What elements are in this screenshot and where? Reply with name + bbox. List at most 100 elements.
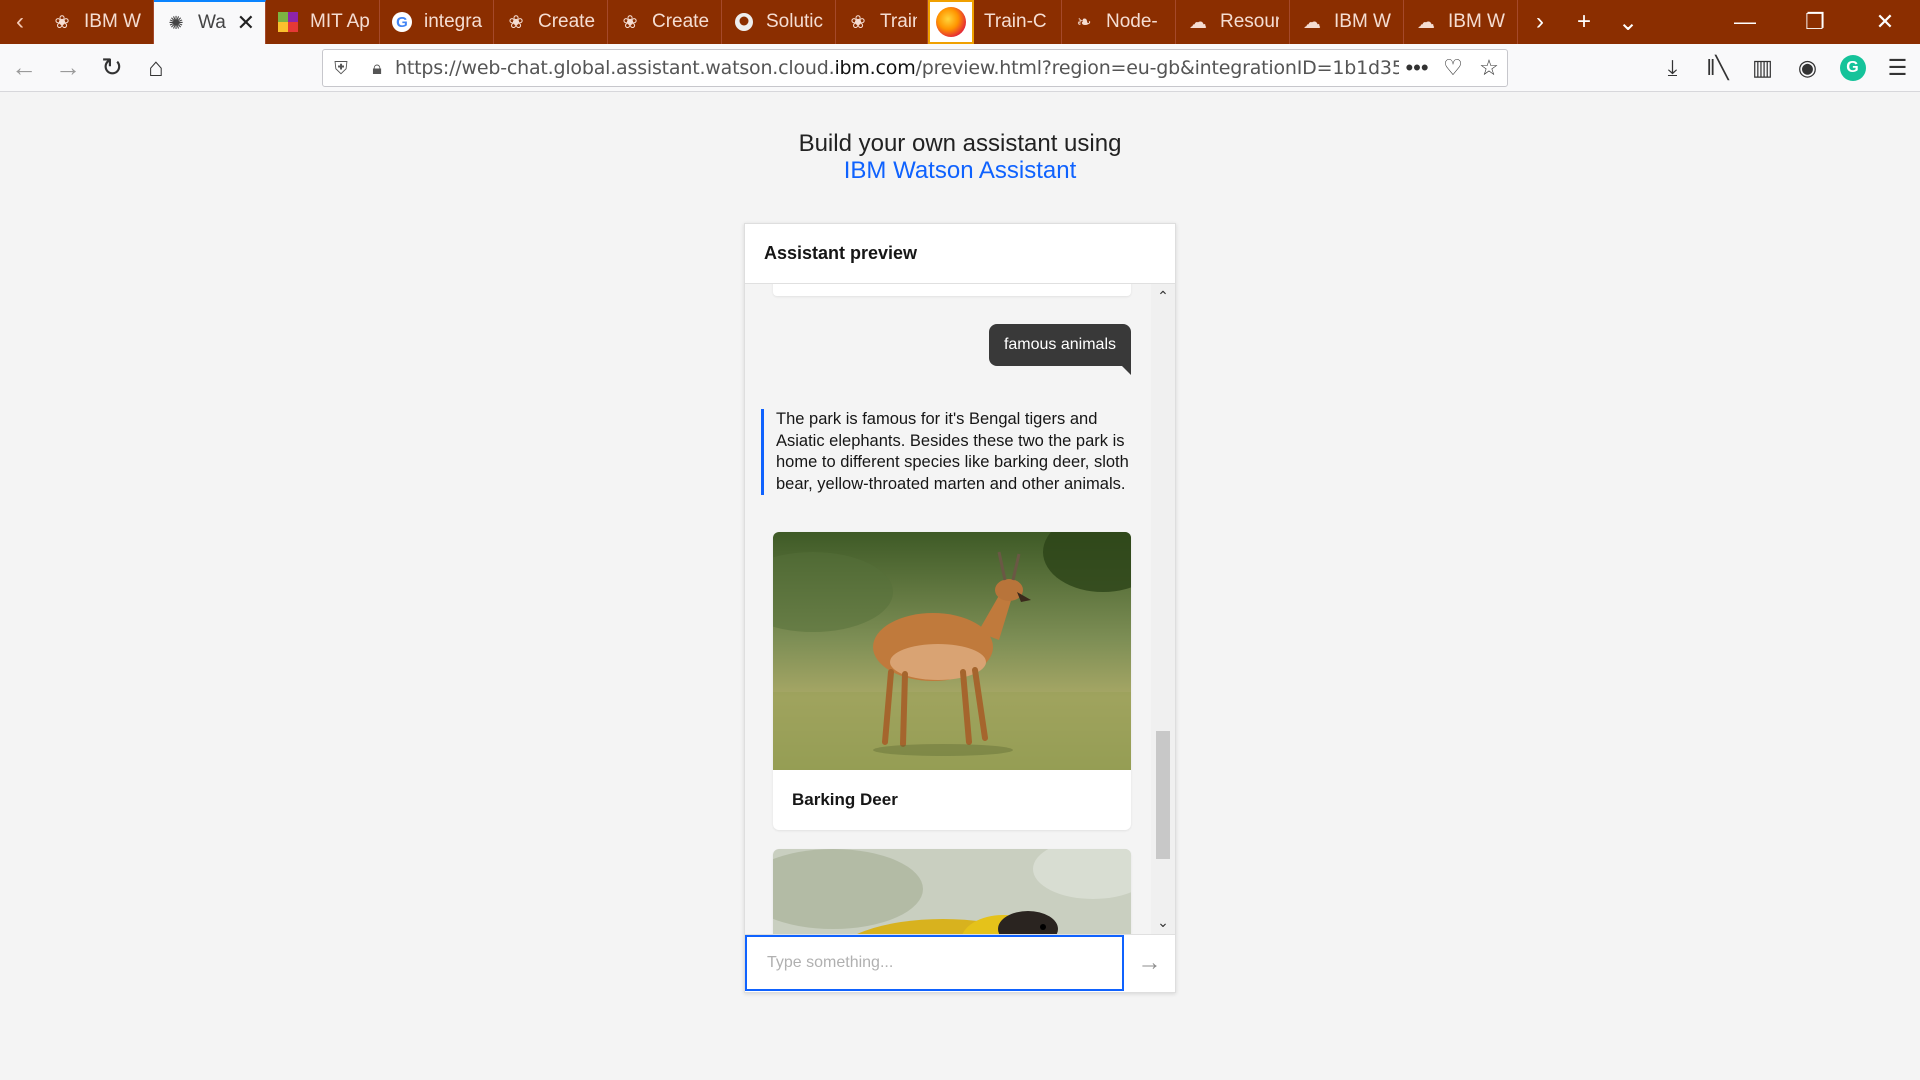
restore-icon: ❐	[1805, 9, 1825, 34]
downloads-button[interactable]: ⤓	[1650, 46, 1695, 90]
watson-assistant-link[interactable]: IBM Watson Assistant	[0, 157, 1920, 184]
navigation-toolbar: ← → ↻ ⌂ ⛨ 🔒︎ https://web-chat.global.ass…	[0, 44, 1920, 92]
tab-label: Wa	[198, 12, 226, 33]
tab[interactable]: Solutic	[722, 0, 836, 44]
arrow-right-icon: →	[55, 52, 81, 82]
input-row: →	[745, 934, 1175, 992]
scrollbar-thumb[interactable]	[1156, 731, 1170, 859]
reload-icon: ↻	[101, 52, 123, 82]
tab[interactable]: Train-C	[974, 0, 1062, 44]
account-icon: ◉	[1797, 55, 1818, 80]
toolbar-right: ⤓ ‖╲ ▥ ◉ G ☰	[1650, 44, 1920, 92]
tab[interactable]: ☁ IBM W	[1290, 0, 1404, 44]
forward-button[interactable]: →	[46, 46, 90, 90]
new-tab-button[interactable]: +	[1562, 0, 1606, 44]
send-button[interactable]: →	[1124, 935, 1175, 991]
chevron-down-icon: ⌄	[1617, 8, 1639, 36]
image-card[interactable]	[773, 849, 1131, 934]
tab-label: Solutic	[766, 11, 824, 32]
home-button[interactable]: ⌂	[134, 46, 178, 90]
chat-widget: Assistant preview famous animals The par…	[744, 223, 1176, 993]
tab[interactable]: ❀ Create	[608, 0, 722, 44]
back-button[interactable]: ←	[2, 46, 46, 90]
chat-input[interactable]	[745, 935, 1124, 991]
message-scrollbar[interactable]: ⌃ ⌄	[1151, 284, 1175, 934]
library-button[interactable]: ‖╲	[1695, 46, 1740, 90]
tab[interactable]: ❀ Train a	[836, 0, 928, 44]
github-icon	[732, 10, 756, 34]
sidebar-button[interactable]: ▥	[1740, 46, 1785, 90]
url-prefix: https://web-chat.global.assistant.watson…	[395, 57, 835, 79]
chevron-right-icon: ›	[1536, 8, 1544, 35]
url-text[interactable]: https://web-chat.global.assistant.watson…	[395, 57, 1399, 79]
google-icon: G	[390, 10, 414, 34]
nodered-icon: ❧	[1076, 11, 1092, 32]
url-suffix: /preview.html?region=eu-gb&integrationID…	[915, 57, 1399, 79]
restore-button[interactable]: ❐	[1780, 0, 1850, 44]
image-card[interactable]: Barking Deer	[773, 532, 1131, 830]
tab-active[interactable]: ✺ Wa ✕	[154, 0, 266, 44]
download-icon: ⤓	[1667, 55, 1678, 80]
firefox-icon	[928, 0, 974, 44]
tab[interactable]: ❧ Node-	[1062, 0, 1176, 44]
tabs-scroll-right-button[interactable]: ›	[1518, 0, 1562, 44]
arrow-left-icon: ←	[11, 52, 37, 82]
bee-icon: ❀	[622, 11, 638, 32]
tab-label: Create	[538, 11, 596, 32]
grammarly-button[interactable]: G	[1830, 46, 1875, 90]
page-actions-button[interactable]: •••	[1399, 55, 1435, 81]
bee-icon: ❀	[850, 11, 866, 32]
user-message-text: famous animals	[1003, 336, 1116, 353]
previous-card	[773, 284, 1131, 296]
scroll-up-icon[interactable]: ⌃	[1151, 284, 1175, 308]
library-icon: ‖╲	[1706, 55, 1729, 80]
bot-message-text: The park is famous for it's Bengal tiger…	[776, 410, 1129, 493]
minimize-button[interactable]: —	[1710, 0, 1780, 44]
grammarly-icon: G	[1839, 55, 1866, 81]
barking-deer-image	[773, 532, 1131, 770]
chevron-left-icon: ‹	[16, 8, 24, 35]
scroll-down-icon[interactable]: ⌄	[1151, 910, 1175, 934]
list-tabs-button[interactable]: ⌄	[1606, 0, 1650, 44]
user-message-bubble: famous animals	[988, 324, 1132, 375]
bot-message: The park is famous for it's Bengal tiger…	[761, 409, 1131, 495]
tab[interactable]: Gintegra	[380, 0, 494, 44]
tab[interactable]: ☁ Resour	[1176, 0, 1290, 44]
arrow-right-icon: →	[1137, 949, 1162, 976]
pocket-icon[interactable]: ♡	[1435, 55, 1471, 81]
bookmark-star-icon[interactable]: ☆	[1471, 55, 1507, 81]
tab[interactable]: ☁ IBM W	[1404, 0, 1518, 44]
menu-button[interactable]: ☰	[1875, 46, 1920, 90]
tab-label: Resour	[1220, 11, 1279, 32]
close-window-button[interactable]: ✕	[1850, 0, 1920, 44]
tab-label: IBM W	[1448, 11, 1505, 32]
cloud-icon: ☁	[1189, 11, 1207, 32]
cloud-icon: ☁	[1417, 11, 1435, 32]
lock-icon[interactable]: 🔒︎	[359, 58, 395, 79]
bee-icon: ❀	[508, 11, 524, 32]
tab-label: IBM W	[1334, 11, 1391, 32]
widget-title: Assistant preview	[764, 243, 918, 263]
url-domain: ibm.com	[834, 57, 916, 79]
tab[interactable]: ❀ Create	[494, 0, 608, 44]
reload-button[interactable]: ↻	[90, 46, 134, 90]
mit-icon	[276, 10, 300, 34]
tab-strip: ‹ ❀ IBM W ✺ Wa ✕ MIT Ap Gintegra ❀ Create ❀ C…	[0, 0, 1920, 44]
message-list[interactable]: famous animals The park is famous for it…	[745, 284, 1153, 934]
cloud-icon: ☁	[1303, 11, 1321, 32]
url-bar[interactable]: ⛨ 🔒︎ https://web-chat.global.assistant.w…	[322, 49, 1508, 87]
tabs-scroll-left-button[interactable]: ‹	[0, 0, 40, 44]
minimize-icon: —	[1734, 9, 1756, 34]
tab-label: integra	[424, 11, 483, 32]
tab[interactable]: MIT Ap	[266, 0, 380, 44]
tab-strip-spacer	[1650, 0, 1710, 44]
plus-icon: +	[1576, 8, 1591, 35]
tab-label: MIT Ap	[310, 11, 369, 32]
tab[interactable]: ❀ IBM W	[40, 0, 154, 44]
account-button[interactable]: ◉	[1785, 46, 1830, 90]
card-caption: Barking Deer	[792, 790, 898, 809]
home-icon: ⌂	[148, 52, 164, 82]
hamburger-menu-icon: ☰	[1887, 55, 1908, 80]
close-tab-icon[interactable]: ✕	[237, 10, 255, 36]
tracking-shield-icon[interactable]: ⛨	[323, 58, 359, 79]
